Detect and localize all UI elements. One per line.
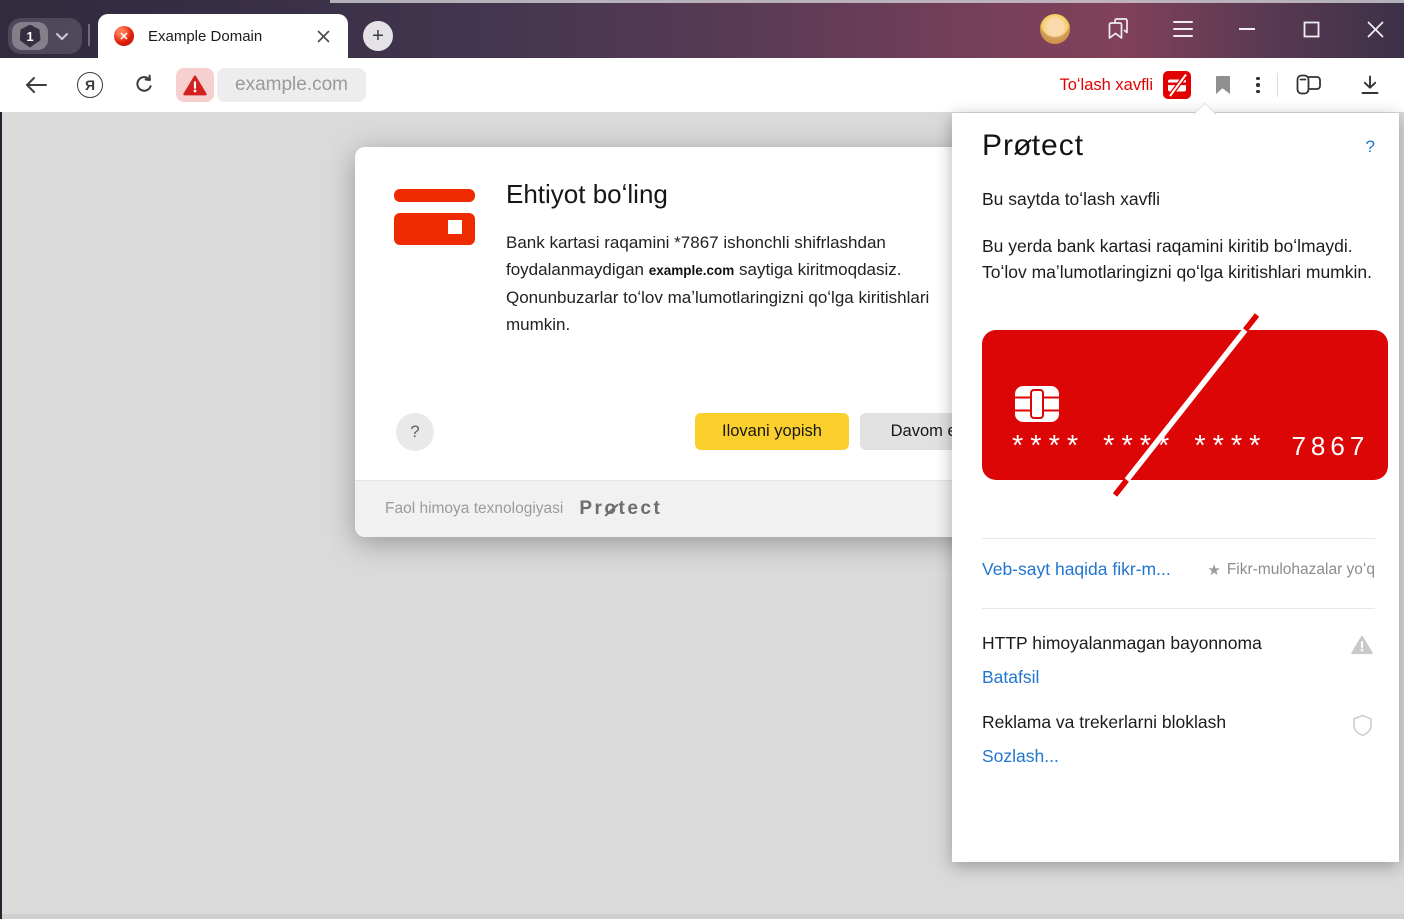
tab-group-pill[interactable]: 1 [8,18,82,54]
tab-example-domain[interactable]: ✕ Example Domain [98,14,348,58]
bookmark-icon [1215,75,1231,95]
http-warning-icon [1351,635,1373,655]
tab-counter[interactable]: 1 [12,22,48,50]
blocked-card-graphic: **** **** **** 7867 [982,313,1388,528]
panel-title: Protect [982,129,1366,163]
tabstrip-divider [88,24,90,46]
yandex-logo-icon: Я [77,72,103,98]
http-section: HTTP himoyalanmagan bayonnoma Batafsil [982,633,1375,688]
reload-button[interactable] [126,67,162,103]
side-panels-icon[interactable] [1104,14,1134,44]
protect-panel: Protect ? Bu saytda toʻlash xavfli Bu ye… [952,113,1399,862]
error-favicon-icon: ✕ [114,26,134,46]
dialog-help-button[interactable]: ? [396,413,434,451]
protect-toolbar-icon[interactable] [1163,71,1191,99]
toolbar: Я example.com Toʻlash xavfli [0,58,1404,112]
minimize-button[interactable] [1232,14,1262,44]
site-danger-badge[interactable] [176,68,214,102]
credit-card-icon [394,189,475,245]
tab-counter-badge: 1 [20,25,41,48]
tab-close-icon[interactable] [312,25,334,47]
toolbar-divider [1277,73,1278,97]
http-details-link[interactable]: Batafsil [982,667,1351,688]
maximize-button[interactable] [1296,14,1326,44]
tab-title: Example Domain [148,28,312,45]
dialog-title: Ehtiyot boʻling [506,179,668,210]
protect-logo: Protect [579,498,662,520]
warning-triangle-icon [183,75,207,96]
star-icon: ★ [1207,561,1220,579]
bookmark-more-icon[interactable] [1251,77,1265,94]
tab-count: 1 [26,29,33,44]
yandex-home-button[interactable]: Я [72,67,108,103]
panel-description: Bu yerda bank kartasi raqamini kiritib b… [982,234,1387,285]
new-tab-button[interactable]: + [363,21,393,51]
bookmark-button[interactable] [1205,67,1241,103]
downloads-button[interactable] [1352,67,1388,103]
shield-icon [1352,714,1373,737]
extensions-button[interactable] [1290,67,1326,103]
close-window-button[interactable] [1360,14,1390,44]
page-content: Ehtiyot boʻling Bank kartasi raqamini *7… [0,112,1404,919]
panel-help-link[interactable]: ? [1366,137,1375,157]
dialog-domain: example.com [649,263,735,278]
close-app-button[interactable]: Ilovani yopish [695,413,849,450]
address-bar[interactable]: example.com [217,68,366,102]
feedback-row: Veb-sayt haqida fikr-m... ★ Fikr-mulohaz… [982,539,1375,598]
panel-status: Bu saytda toʻlash xavfli [982,189,1375,210]
panel-divider-2 [982,608,1375,609]
site-feedback-link[interactable]: Veb-sayt haqida fikr-m... [982,559,1207,580]
titlebar: 1 ✕ Example Domain + [0,0,1404,58]
profile-avatar[interactable] [1040,14,1070,44]
address-url: example.com [235,74,348,96]
payment-danger-label[interactable]: Toʻlash xavfli [1059,76,1153,95]
ads-settings-link[interactable]: Sozlash... [982,746,1352,767]
payment-warning-dialog: Ehtiyot boʻling Bank kartasi raqamini *7… [355,147,1015,537]
ads-section: Reklama va trekerlarni bloklash Sozlash.… [982,712,1375,767]
card-slash [982,313,1388,528]
back-button[interactable] [18,67,54,103]
http-section-title: HTTP himoyalanmagan bayonnoma [982,633,1351,654]
menu-icon[interactable] [1168,14,1198,44]
chevron-down-icon[interactable] [55,32,69,41]
dialog-body: Bank kartasi raqamini *7867 ishonchli sh… [506,229,988,338]
dialog-footer: Faol himoya texnologiyasi Protect [355,480,1015,537]
ads-section-title: Reklama va trekerlarni bloklash [982,712,1352,733]
feedback-status: ★ Fikr-mulohazalar yoʻq [1207,561,1375,579]
dialog-footer-text: Faol himoya texnologiyasi [385,500,563,518]
